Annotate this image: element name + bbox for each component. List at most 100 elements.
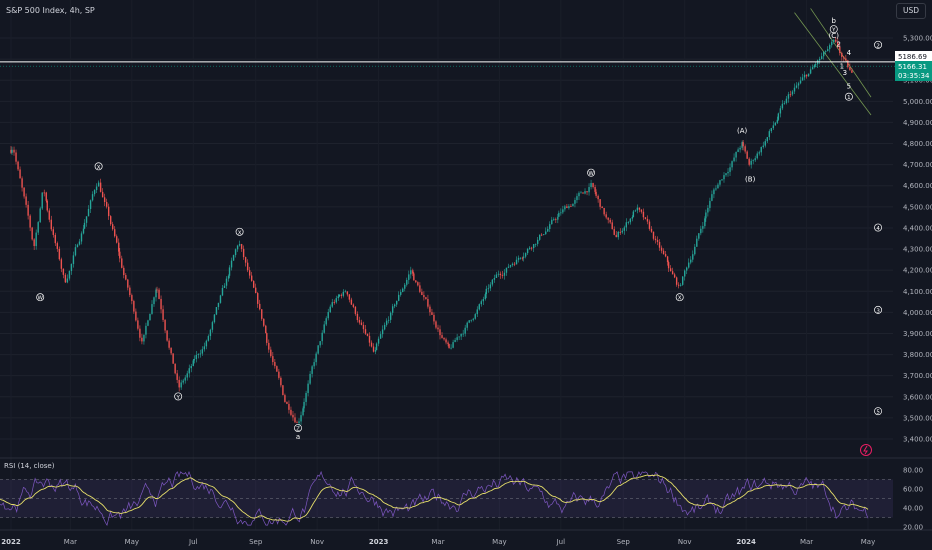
candle-body (437, 327, 439, 330)
candle-body (107, 206, 110, 217)
candle-body (558, 212, 560, 217)
candle-body (252, 280, 255, 288)
candle-body (45, 192, 47, 201)
candle-body (727, 171, 729, 174)
candle-body (240, 244, 243, 249)
candle-body (654, 238, 657, 241)
candle-body (244, 257, 247, 263)
currency-button[interactable]: USD (896, 3, 926, 19)
candle-body (733, 157, 735, 162)
candle-body (276, 366, 278, 372)
candle-body (329, 306, 331, 313)
candle-body (415, 280, 417, 283)
candle-body (696, 238, 698, 247)
candle-body (669, 268, 672, 272)
rsi-tick-label: 20.00 (903, 524, 923, 532)
candle-body (227, 275, 230, 279)
candle-body (776, 119, 779, 123)
candle-body (178, 379, 180, 388)
candle-body (234, 249, 237, 256)
candle-body (690, 259, 692, 263)
candle-body (501, 275, 504, 276)
candle-body (284, 395, 286, 402)
candle-body (491, 279, 494, 285)
candle-body (619, 231, 621, 233)
price-tick-label: 3,400.00 (903, 436, 932, 444)
candle-body (599, 199, 601, 207)
candle-body (609, 219, 611, 223)
candle-body (280, 377, 282, 386)
candle-body (476, 309, 478, 315)
channel-upper-line (810, 8, 872, 98)
time-axis[interactable]: 2022 Mar May Jul Sep Nov 2023 Mar May Jul Sep Nov 20… (0, 529, 932, 546)
candle-body (268, 342, 270, 350)
candle-body (499, 273, 502, 276)
candle-body (750, 160, 752, 165)
candle-body (225, 278, 228, 286)
candle-body (833, 39, 835, 42)
candle-body (333, 302, 335, 303)
rsi-pane: 80.00 60.00 40.00 20.00 (0, 457, 932, 532)
alert-icon[interactable] (860, 444, 872, 456)
candle-body (713, 189, 715, 195)
current-price-badge: 5166.31 (898, 63, 927, 71)
price-tick-label: 4,500.00 (903, 203, 932, 211)
candle-body (421, 291, 423, 296)
candle-body (729, 167, 731, 172)
candle-body (482, 299, 485, 302)
price-tick-label: 5,000.00 (903, 98, 932, 106)
price-axis[interactable]: 5,300.005,200.005,100.005,000.004,900.00… (903, 35, 932, 444)
candle-body (658, 241, 661, 248)
candle-body (143, 334, 145, 342)
candle-body (205, 340, 208, 347)
price-tick-label: 3,600.00 (903, 393, 932, 401)
chart-canvas[interactable]: WXYXZaWX(A)(B)bY(C)2413512435 5,300.005,… (0, 0, 932, 550)
candle-body (702, 226, 704, 229)
candle-body (11, 149, 13, 153)
candle-body (592, 183, 594, 188)
candle-body (184, 377, 186, 381)
candle-body (164, 319, 166, 331)
candle-body (356, 313, 359, 321)
candle-body (684, 270, 686, 277)
candle-body (673, 274, 676, 278)
candle-body (172, 353, 174, 364)
candle-body (119, 251, 121, 259)
candle-body (118, 242, 120, 252)
candle-body (534, 243, 537, 245)
price-tick-label: 4,100.00 (903, 288, 932, 296)
candle-body (188, 368, 190, 374)
wave-label: Z (296, 427, 300, 433)
candle-body (238, 244, 241, 246)
candle-body (489, 284, 492, 289)
candle-body (125, 275, 127, 280)
candle-body (72, 255, 75, 264)
candle-body (288, 403, 290, 410)
candle-body (109, 216, 112, 225)
candle-body (398, 294, 400, 301)
candle-body (607, 217, 609, 220)
candle-body (448, 344, 450, 349)
candle-body (586, 191, 588, 193)
wave-label: W (37, 296, 43, 302)
candle-body (368, 335, 371, 343)
candle-body (193, 359, 195, 361)
candle-body (435, 321, 437, 328)
candle-body (429, 306, 431, 313)
candle-body (688, 262, 690, 268)
candle-body (123, 267, 125, 276)
candle-body (70, 263, 73, 271)
candle-body (17, 161, 19, 170)
candle-body (321, 332, 323, 342)
candle-body (521, 257, 524, 259)
candle-body (151, 304, 153, 314)
candle-body (135, 311, 137, 321)
wave-label: (C) (829, 32, 840, 40)
candle-body (522, 256, 525, 258)
candle-body (507, 266, 510, 268)
candle-body (793, 87, 796, 92)
candle-body (207, 336, 210, 341)
candle-body (257, 293, 259, 304)
candle-body (433, 314, 435, 322)
candle-body (346, 291, 349, 295)
